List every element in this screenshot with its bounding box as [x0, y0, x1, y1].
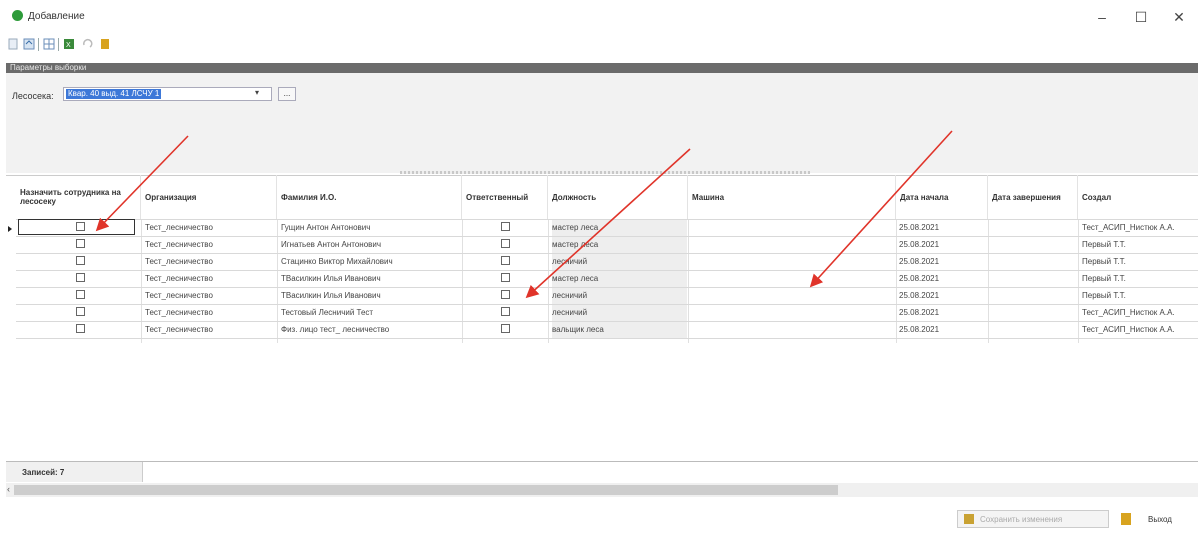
- annotation-arrows: [95, 130, 953, 299]
- exit-label: Выход: [1148, 515, 1172, 524]
- scroll-left-icon[interactable]: ‹: [7, 484, 10, 494]
- records-count-label: Записей: 7: [22, 468, 65, 477]
- annotation-arrow: [95, 135, 189, 232]
- save-icon: [964, 514, 974, 524]
- annotation-arrow: [525, 148, 691, 299]
- exit-door-icon: [1121, 513, 1131, 525]
- scrollbar-thumb[interactable]: [14, 485, 838, 495]
- grid-footer: [6, 461, 1198, 484]
- annotation-arrow: [809, 130, 953, 288]
- save-changes-label: Сохранить изменения: [980, 515, 1063, 524]
